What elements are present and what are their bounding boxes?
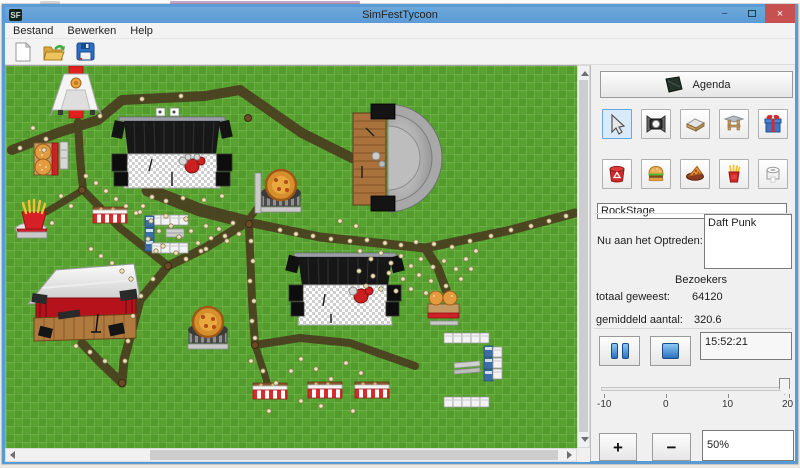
zoom-level-value: 50%: [707, 439, 729, 451]
app-window: SF SimFestTycoon – × Bestand Bewerken He…: [2, 4, 798, 464]
speed-slider-track[interactable]: [601, 387, 784, 391]
menu-bar: Bestand Bewerken Help: [5, 23, 795, 39]
scroll-right-icon[interactable]: [567, 451, 572, 459]
window-title: SimFestTycoon: [5, 9, 795, 21]
tool-truss[interactable]: [719, 109, 749, 139]
tool-spotlight[interactable]: [641, 109, 671, 139]
stop-icon: [662, 343, 679, 359]
tool-toilet-roll[interactable]: [758, 159, 788, 189]
scroll-down-icon[interactable]: [581, 437, 589, 442]
vertical-scroll-thumb[interactable]: [579, 80, 588, 432]
toilet-roll-icon: [761, 162, 785, 186]
agenda-label: Agenda: [693, 79, 731, 91]
minus-icon: −: [667, 439, 677, 456]
slider-tick: [789, 394, 790, 398]
tool-select[interactable]: [602, 109, 632, 139]
zoom-in-button[interactable]: +: [599, 433, 637, 461]
striped-stand-3[interactable]: [308, 382, 342, 398]
tool-stage[interactable]: [680, 109, 710, 139]
close-button[interactable]: ×: [765, 4, 795, 23]
tool-burger[interactable]: [641, 159, 671, 189]
visitors-header: Bezoekers: [663, 274, 739, 286]
now-playing-list[interactable]: Daft Punk: [704, 214, 792, 269]
slider-label-min: -10: [597, 399, 611, 410]
agenda-button[interactable]: Agenda: [600, 71, 793, 98]
open-file-button[interactable]: [42, 41, 66, 63]
truss-frame-icon: [722, 112, 746, 136]
map-area: [5, 65, 590, 462]
slider-tick: [728, 394, 729, 398]
scroll-up-icon[interactable]: [581, 71, 589, 76]
total-visitors-value: 64120: [692, 291, 723, 303]
clock-time: 15:52:21: [705, 336, 748, 348]
tool-fries[interactable]: [719, 159, 749, 189]
scroll-left-icon[interactable]: [10, 451, 15, 459]
new-file-icon: [14, 42, 32, 62]
menu-help[interactable]: Help: [130, 25, 153, 37]
plus-icon: +: [613, 439, 623, 456]
total-visitors-label: totaal geweest:: [596, 291, 670, 303]
gift-icon: [761, 112, 785, 136]
control-panel: Agenda: [590, 65, 795, 461]
toolbar: [5, 39, 795, 64]
open-folder-icon: [43, 42, 65, 62]
trash-can-icon: [605, 162, 629, 186]
striped-stand-2[interactable]: [253, 383, 287, 399]
slider-label-0: 0: [663, 399, 669, 410]
now-playing-label: Nu aan het Optreden:: [597, 235, 703, 247]
horizontal-scroll-thumb[interactable]: [150, 450, 558, 460]
clock-display: 15:52:21: [700, 332, 792, 360]
save-icon: [76, 42, 95, 61]
pause-icon: [622, 343, 629, 359]
agenda-book-icon: [663, 76, 685, 93]
slider-label-10: 10: [722, 399, 733, 410]
stage-platform-icon: [683, 112, 707, 136]
menu-bestand[interactable]: Bestand: [13, 25, 53, 37]
zoom-out-button[interactable]: −: [652, 433, 691, 461]
fries-icon: [722, 162, 746, 186]
now-playing-artist: Daft Punk: [708, 217, 756, 229]
festival-map-canvas[interactable]: [5, 65, 577, 448]
speed-slider-thumb[interactable]: [779, 378, 790, 395]
slider-tick: [666, 394, 667, 398]
striped-stand-4[interactable]: [355, 382, 389, 398]
tool-trash[interactable]: [602, 159, 632, 189]
cursor-icon: [605, 112, 629, 136]
pizza-icon: [683, 162, 707, 186]
map-vertical-scrollbar[interactable]: [577, 65, 590, 448]
title-bar[interactable]: SF SimFestTycoon – ×: [5, 7, 795, 23]
stop-button[interactable]: [650, 336, 691, 366]
minimize-button[interactable]: –: [711, 4, 738, 23]
tool-gift[interactable]: [758, 109, 788, 139]
striped-stand-1[interactable]: [93, 207, 127, 223]
second-stage[interactable]: [285, 253, 405, 325]
average-visitors-value: 320.6: [694, 314, 722, 326]
spotlight-icon: [644, 112, 668, 136]
pause-button[interactable]: [599, 336, 640, 366]
slider-label-20: 20: [782, 399, 793, 410]
main-stage[interactable]: [111, 108, 233, 188]
maximize-icon: [748, 10, 756, 17]
slider-tick: [604, 394, 605, 398]
burger-icon: [644, 162, 668, 186]
menu-bewerken[interactable]: Bewerken: [67, 25, 116, 37]
maximize-button[interactable]: [738, 4, 765, 23]
zoom-level-field[interactable]: 50%: [702, 430, 794, 461]
tool-pizza[interactable]: [680, 159, 710, 189]
pause-icon: [611, 343, 618, 359]
average-visitors-label: gemiddeld aantal:: [596, 314, 683, 326]
new-file-button[interactable]: [11, 41, 35, 63]
map-horizontal-scrollbar[interactable]: [5, 448, 577, 462]
save-button[interactable]: [73, 41, 97, 63]
